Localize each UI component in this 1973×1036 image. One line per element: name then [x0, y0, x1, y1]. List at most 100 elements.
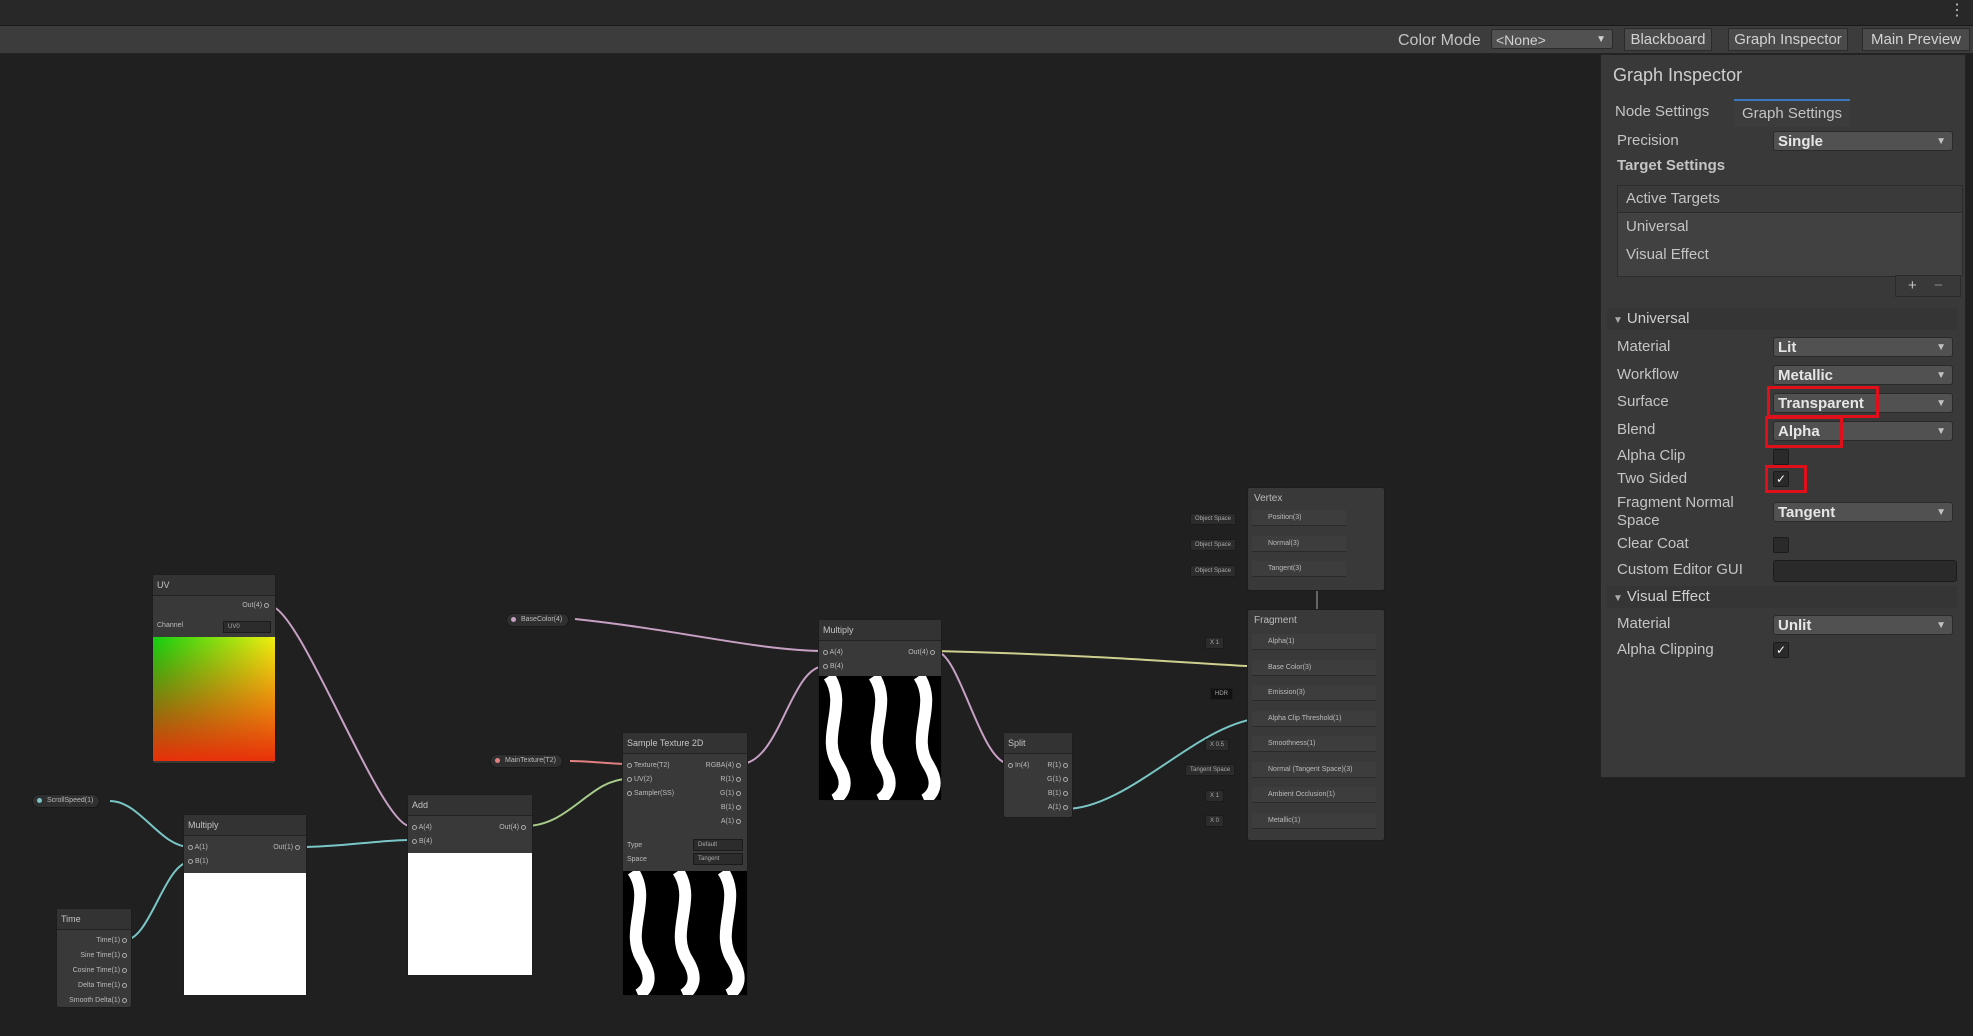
vfx-material-dropdown[interactable]: Unlit ▼ [1773, 615, 1953, 635]
visual-effect-section[interactable]: ▼ Visual Effect [1607, 586, 1957, 608]
split-b-port[interactable]: B(1) [1048, 789, 1068, 799]
graph-inspector-button[interactable]: Graph Inspector [1728, 28, 1848, 51]
fragment-context[interactable]: Fragment Alpha(1) Base Color(3) Emission… [1247, 609, 1385, 841]
sample-r-port[interactable]: R(1) [720, 775, 741, 785]
multiply-out-port[interactable]: Out(1) [273, 843, 300, 853]
sample-b-port[interactable]: B(1) [721, 803, 741, 813]
sample-a-port[interactable]: A(1) [721, 817, 741, 827]
time-node-title: Time [57, 909, 131, 930]
more-options-icon[interactable]: ⋮ [1949, 2, 1965, 20]
sample-sampler-port[interactable]: Sampler(SS) [627, 789, 674, 799]
clear-coat-checkbox[interactable] [1773, 537, 1789, 553]
sample-texture-port[interactable]: Texture(T2) [627, 761, 670, 771]
multiply-node[interactable]: Multiply A(1) B(1) Out(1) [183, 814, 307, 996]
main-preview-button[interactable]: Main Preview [1862, 28, 1970, 51]
fragment-basecolor-block[interactable]: Base Color(3) [1252, 660, 1376, 676]
uv-node[interactable]: UV Out(4) Channel UV0 [152, 574, 276, 764]
add-a-port[interactable]: A(4) [412, 823, 432, 833]
uv-channel-label: Channel [157, 622, 184, 629]
vertex-position-block[interactable]: Position(3) [1252, 510, 1346, 526]
fragment-smoothness-block[interactable]: Smoothness(1) [1252, 736, 1376, 752]
fragment-emission-block[interactable]: Emission(3) [1252, 685, 1376, 701]
target-settings-heading: Target Settings [1617, 157, 1726, 174]
uv-channel-dropdown[interactable]: UV0 [223, 621, 271, 633]
remove-target-button[interactable]: − [1934, 276, 1943, 296]
target-universal[interactable]: Universal [1618, 213, 1962, 241]
split-in-port[interactable]: In(4) [1008, 761, 1029, 771]
sample-space-dropdown[interactable]: Tangent [693, 853, 743, 865]
workflow-dropdown[interactable]: Metallic ▼ [1773, 365, 1953, 385]
precision-dropdown[interactable]: Single ▼ [1773, 131, 1953, 151]
emission-hdr-field[interactable]: HDR [1210, 688, 1233, 700]
material-dropdown[interactable]: Lit ▼ [1773, 337, 1953, 357]
fragment-alphaclip-block[interactable]: Alpha Clip Threshold(1) [1252, 711, 1376, 727]
fragment-metallic-block[interactable]: Metallic(1) [1252, 813, 1376, 829]
vertex-context[interactable]: Vertex Position(3) Normal(3) Tangent(3) [1247, 487, 1385, 591]
add-out-port[interactable]: Out(4) [499, 823, 526, 833]
sample-texture-node[interactable]: Sample Texture 2D Texture(T2) UV(2) Samp… [622, 732, 748, 996]
uv-preview [153, 637, 275, 761]
active-targets-header: Active Targets [1618, 186, 1962, 213]
time-port[interactable]: Time(1) [96, 936, 127, 946]
split-node[interactable]: Split In(4) R(1) G(1) B(1) A(1) [1003, 732, 1073, 818]
scroll-speed-property[interactable]: ScrollSpeed(1) [32, 794, 101, 808]
tab-node-settings[interactable]: Node Settings [1607, 99, 1717, 125]
sample-uv-port[interactable]: UV(2) [627, 775, 652, 785]
add-node[interactable]: Add A(4) B(4) Out(4) [407, 794, 533, 976]
metallic-value-field[interactable]: X 0 [1205, 815, 1225, 827]
split-node-title: Split [1004, 733, 1072, 754]
alpha-clipping-checkbox[interactable]: ✓ [1773, 642, 1789, 658]
wire-sample-multiply2 [739, 665, 826, 765]
alpha-value-field[interactable]: X 1 [1205, 637, 1225, 649]
sample-space-label: Space [627, 856, 647, 863]
fragment-alpha-block[interactable]: Alpha(1) [1252, 634, 1376, 650]
sample-rgba-port[interactable]: RGBA(4) [706, 761, 741, 771]
multiply-a-port[interactable]: A(1) [188, 843, 208, 853]
chevron-down-icon: ▼ [1936, 398, 1946, 409]
vertex-tangent-block[interactable]: Tangent(3) [1252, 561, 1346, 577]
vertex-normal-block[interactable]: Normal(3) [1252, 536, 1346, 552]
ao-value-field[interactable]: X 1 [1205, 790, 1225, 802]
main-texture-property[interactable]: MainTexture(T2) [490, 754, 563, 768]
smooth-delta-port[interactable]: Smooth Delta(1) [69, 996, 127, 1006]
sine-time-port[interactable]: Sine Time(1) [80, 951, 127, 961]
normal-space-field-2[interactable]: Tangent Space [1185, 764, 1236, 776]
cosine-time-port[interactable]: Cosine Time(1) [73, 966, 127, 976]
universal-section[interactable]: ▼ Universal [1607, 308, 1957, 330]
uv-out-port[interactable]: Out(4) [242, 601, 269, 611]
multiply-b-port[interactable]: B(1) [188, 857, 208, 867]
fragment-normal-space-label-1: Fragment Normal [1617, 494, 1734, 511]
sample-type-dropdown[interactable]: Default [693, 839, 743, 851]
target-list-controls: + − [1895, 275, 1961, 297]
multiply2-a-port[interactable]: A(4) [823, 648, 843, 658]
multiply-node-2[interactable]: Multiply A(4) B(4) Out(4) [818, 619, 942, 801]
normal-space-field[interactable]: Object Space [1190, 539, 1237, 551]
position-space-field[interactable]: Object Space [1190, 513, 1237, 525]
split-a-port[interactable]: A(1) [1048, 803, 1068, 813]
target-visual-effect[interactable]: Visual Effect [1618, 241, 1962, 269]
base-color-property[interactable]: BaseColor(4) [506, 613, 570, 627]
blackboard-button[interactable]: Blackboard [1624, 28, 1712, 51]
add-b-port[interactable]: B(4) [412, 837, 432, 847]
split-g-port[interactable]: G(1) [1047, 775, 1068, 785]
alpha-clip-checkbox[interactable] [1773, 449, 1789, 465]
tab-graph-settings[interactable]: Graph Settings [1734, 99, 1851, 127]
add-target-button[interactable]: + [1908, 276, 1917, 296]
split-r-port[interactable]: R(1) [1047, 761, 1068, 771]
wire-scroll-multiply [109, 800, 191, 848]
fragment-normal-block[interactable]: Normal (Tangent Space)(3) [1252, 762, 1376, 778]
multiply2-b-port[interactable]: B(4) [823, 662, 843, 672]
time-node[interactable]: Time Time(1) Sine Time(1) Cosine Time(1)… [56, 908, 132, 1008]
tangent-space-field[interactable]: Object Space [1190, 565, 1237, 577]
custom-editor-gui-field[interactable] [1773, 560, 1957, 582]
fragment-normal-space-dropdown[interactable]: Tangent ▼ [1773, 502, 1953, 522]
blend-label: Blend [1617, 421, 1656, 438]
two-sided-label: Two Sided [1617, 470, 1688, 487]
sample-g-port[interactable]: G(1) [720, 789, 741, 799]
chevron-down-icon: ▼ [1936, 136, 1946, 147]
alpha-clip-label: Alpha Clip [1617, 447, 1686, 464]
smoothness-value-field[interactable]: X 0.5 [1205, 739, 1230, 751]
multiply2-out-port[interactable]: Out(4) [908, 648, 935, 658]
delta-time-port[interactable]: Delta Time(1) [78, 981, 127, 991]
fragment-ao-block[interactable]: Ambient Occlusion(1) [1252, 787, 1376, 803]
